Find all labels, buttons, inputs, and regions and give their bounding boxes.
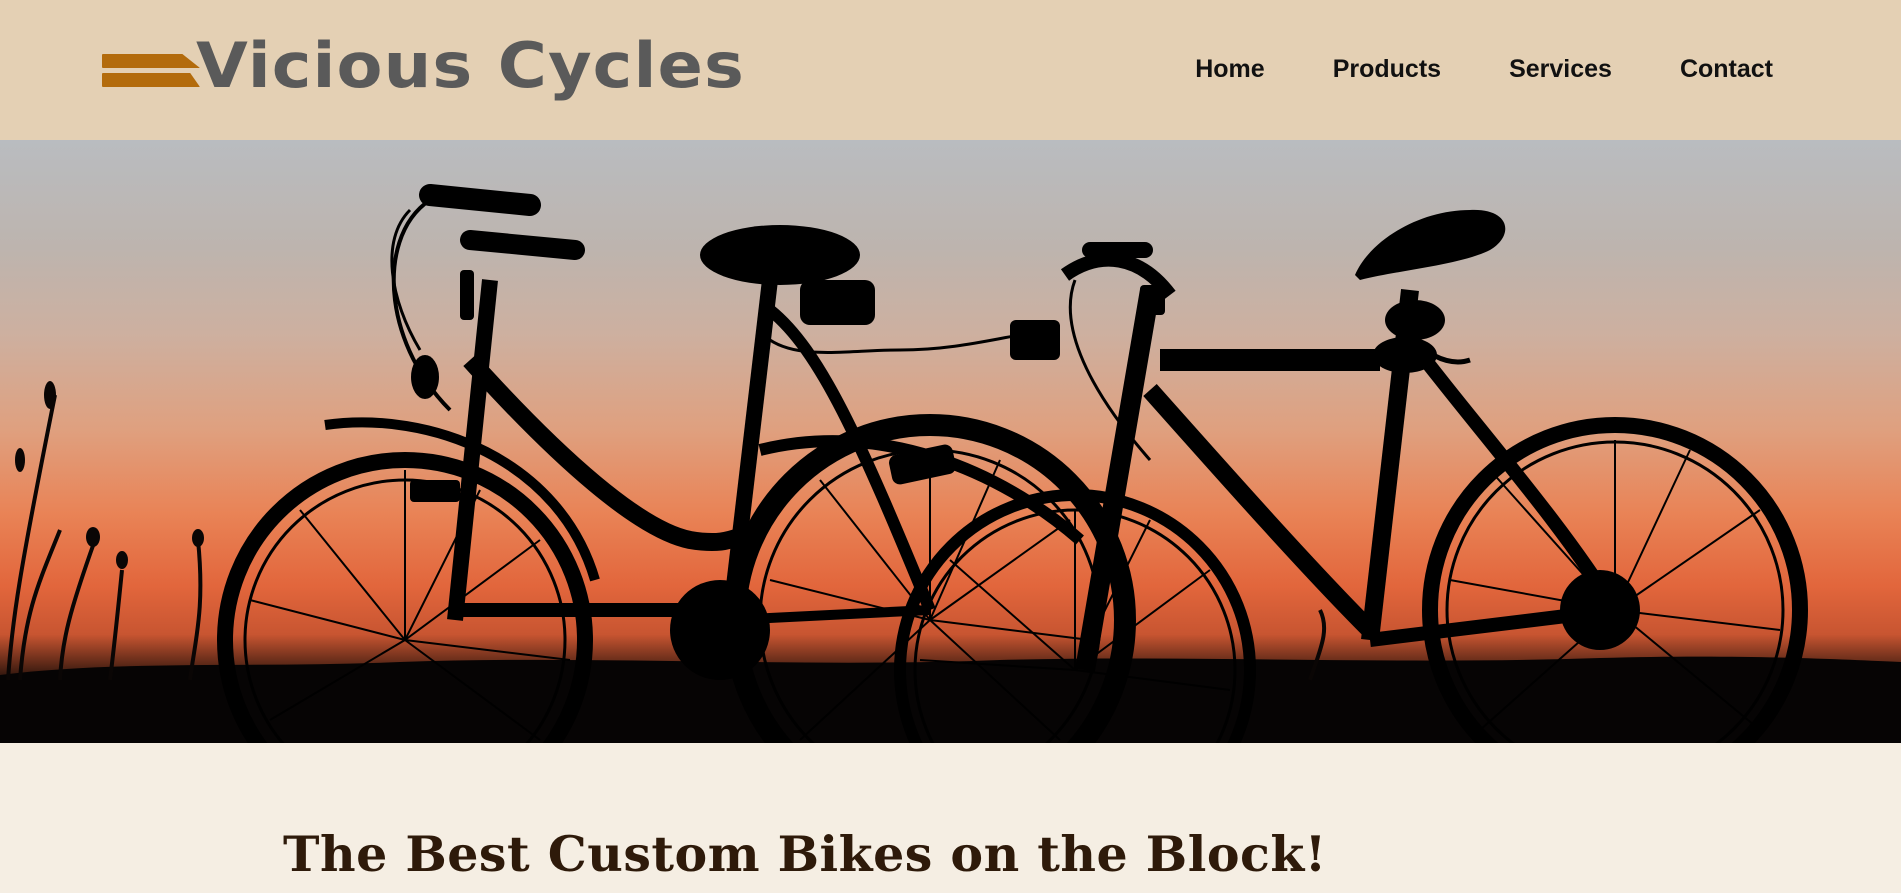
hero-banner <box>0 140 1901 743</box>
main-content: The Best Custom Bikes on the Block! <box>0 743 1901 893</box>
nav-products[interactable]: Products <box>1333 52 1441 86</box>
main-nav: Home Products Services Contact <box>1127 52 1773 86</box>
logo-text: Vicious Cycles <box>196 29 745 102</box>
logo-stripes-icon <box>102 45 200 87</box>
nav-services[interactable]: Services <box>1509 52 1612 86</box>
site-logo[interactable]: Vicious Cycles <box>102 35 744 97</box>
nav-contact[interactable]: Contact <box>1680 52 1773 86</box>
site-header: Vicious Cycles Home Products Services Co… <box>0 0 1901 140</box>
nav-home[interactable]: Home <box>1195 52 1264 86</box>
page-headline: The Best Custom Bikes on the Block! <box>283 825 1327 883</box>
hero-bicycles-image <box>0 184 1901 743</box>
